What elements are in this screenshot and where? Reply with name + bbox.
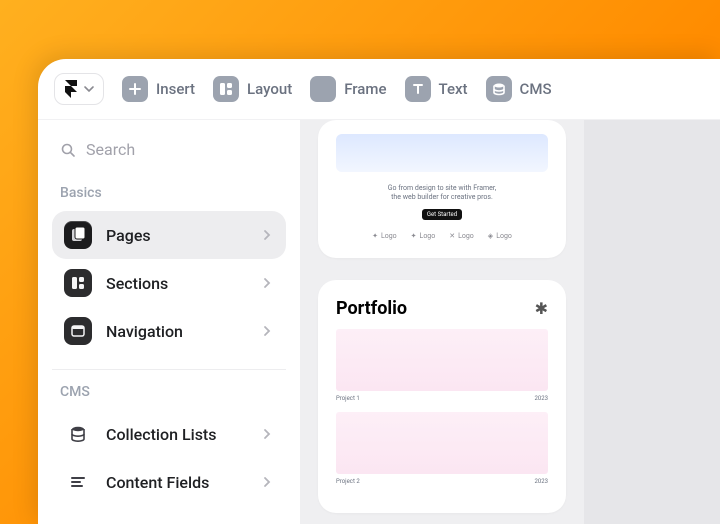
- sidebar-item-label: Collection Lists: [106, 425, 246, 444]
- sidebar-item-sections[interactable]: Sections: [52, 259, 286, 307]
- pages-icon: [64, 221, 92, 249]
- chevron-right-icon: [260, 276, 274, 290]
- database-icon: [486, 76, 512, 102]
- hero-cta-button: Get Started: [422, 209, 462, 220]
- thumbnail: [336, 412, 548, 474]
- toolbar: Insert Layout Frame Text CMS: [38, 59, 720, 119]
- chevron-down-icon: [83, 83, 95, 95]
- cms-button[interactable]: CMS: [486, 76, 552, 102]
- sections-icon: [64, 269, 92, 297]
- body: Search Basics Pages Sections Navigation …: [38, 119, 720, 524]
- sidebar: Search Basics Pages Sections Navigation …: [38, 120, 300, 524]
- sidebar-item-content-fields[interactable]: Content Fields: [52, 458, 286, 506]
- sidebar-item-navigation[interactable]: Navigation: [52, 307, 286, 355]
- fields-icon: [64, 468, 92, 496]
- divider: [52, 369, 286, 370]
- cms-section-label: CMS: [52, 380, 286, 410]
- sidebar-item-pages[interactable]: Pages: [52, 211, 286, 259]
- collection-icon: [64, 420, 92, 448]
- text-button[interactable]: Text: [405, 76, 468, 102]
- sidebar-item-label: Pages: [106, 226, 246, 245]
- plus-icon: [122, 76, 148, 102]
- portfolio-item: Project 12023: [336, 329, 548, 402]
- insert-label: Insert: [156, 80, 195, 98]
- frame-icon: [310, 76, 336, 102]
- search-placeholder: Search: [86, 140, 135, 159]
- logo-chip: ◈ Logo: [488, 232, 512, 240]
- chevron-right-icon: [260, 475, 274, 489]
- portfolio-item: Project 22023: [336, 412, 548, 485]
- logo-row: ✦ Logo ✦ Logo ✕ Logo ◈ Logo: [336, 232, 548, 240]
- basics-section-label: Basics: [52, 181, 286, 211]
- sidebar-item-collection-lists[interactable]: Collection Lists: [52, 410, 286, 458]
- logo-chip: ✦ Logo: [411, 232, 436, 240]
- gear-icon: ✱: [535, 299, 548, 318]
- navigation-icon: [64, 317, 92, 345]
- canvas-pages: Go from design to site with Framer, the …: [300, 120, 584, 524]
- app-window: Insert Layout Frame Text CMS Search Basi…: [38, 59, 720, 524]
- sidebar-item-label: Content Fields: [106, 473, 246, 492]
- search-icon: [60, 142, 76, 158]
- search-input[interactable]: Search: [52, 134, 286, 165]
- logo-chip: ✕ Logo: [449, 232, 474, 240]
- thumbnail: [336, 329, 548, 391]
- text-icon: [405, 76, 431, 102]
- portfolio-title: Portfolio: [336, 298, 407, 319]
- app-menu-button[interactable]: [54, 73, 104, 105]
- logo-chip: ✦ Logo: [372, 232, 397, 240]
- chevron-right-icon: [260, 427, 274, 441]
- framer-logo-icon: [63, 80, 79, 98]
- cms-label: CMS: [520, 80, 552, 98]
- sidebar-item-label: Navigation: [106, 322, 246, 341]
- frame-label: Frame: [344, 80, 386, 98]
- layout-button[interactable]: Layout: [213, 76, 292, 102]
- preview-card-hero[interactable]: Go from design to site with Framer, the …: [318, 120, 566, 258]
- layout-label: Layout: [247, 80, 292, 98]
- canvas: Go from design to site with Framer, the …: [300, 120, 720, 524]
- preview-card-portfolio[interactable]: Portfolio ✱ Project 12023 Project 22023: [318, 280, 566, 513]
- canvas-right-gutter: [584, 120, 720, 524]
- chevron-right-icon: [260, 228, 274, 242]
- chevron-right-icon: [260, 324, 274, 338]
- text-label: Text: [439, 80, 468, 98]
- insert-button[interactable]: Insert: [122, 76, 195, 102]
- sidebar-item-label: Sections: [106, 274, 246, 293]
- layout-icon: [213, 76, 239, 102]
- hero-graphic: [336, 134, 548, 172]
- frame-button[interactable]: Frame: [310, 76, 386, 102]
- hero-text: Go from design to site with Framer, the …: [336, 184, 548, 203]
